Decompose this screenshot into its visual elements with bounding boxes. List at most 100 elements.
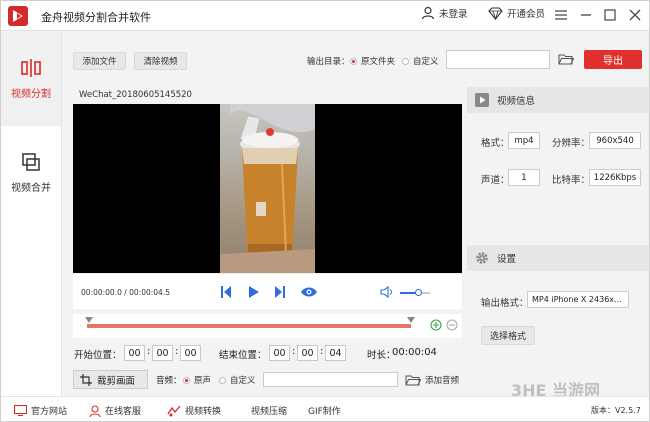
vip-button[interactable]: 开通会员 xyxy=(488,6,545,20)
video-info-header: 视频信息 xyxy=(467,87,649,113)
login-button[interactable]: 未登录 xyxy=(421,6,468,20)
video-compress-link[interactable]: 视频压缩 xyxy=(251,404,287,417)
sidebar-item-split[interactable]: 视频分割 xyxy=(1,32,61,126)
add-audio-label: 添加音频 xyxy=(425,376,460,386)
end-minutes[interactable]: 00 xyxy=(297,345,318,361)
volume-slider[interactable] xyxy=(400,289,430,296)
support-icon xyxy=(89,404,101,417)
volume-button[interactable] xyxy=(380,285,394,301)
play-button[interactable] xyxy=(249,286,259,301)
output-format-label: 输出格式： xyxy=(481,298,529,309)
clear-video-button[interactable]: 清除视频 xyxy=(134,52,187,70)
choose-format-button[interactable]: 选择格式 xyxy=(481,326,535,345)
menu-button[interactable] xyxy=(552,6,570,24)
status-item-label: 官方网站 xyxy=(31,407,68,417)
sidebar-item-label: 视频分割 xyxy=(11,88,51,100)
video-convert-link[interactable]: 视频转换 xyxy=(167,404,221,417)
channels-label: 声道： xyxy=(481,175,510,186)
merge-icon xyxy=(22,152,40,171)
settings-title: 设置 xyxy=(497,254,517,265)
video-preview[interactable] xyxy=(73,104,462,273)
export-button[interactable]: 导出 xyxy=(584,50,642,69)
radio-label: 原文件夹 xyxy=(361,57,396,67)
radio-dot xyxy=(219,376,226,384)
player-controls: 00:00:00.0 / 00:00:04.5 xyxy=(73,273,462,309)
gif-maker-link[interactable]: GIF制作 xyxy=(308,404,341,417)
volume-icon xyxy=(380,285,392,299)
prev-frame-button[interactable] xyxy=(221,286,231,301)
time-display: 00:00:00.0 / 00:00:04.5 xyxy=(81,288,170,297)
official-site-link[interactable]: 官方网站 xyxy=(14,404,67,417)
status-item-label: 视频转换 xyxy=(185,407,222,417)
maximize-icon xyxy=(604,9,616,21)
start-hours[interactable]: 00 xyxy=(124,345,145,361)
sidebar-item-label: 视频合并 xyxy=(11,182,51,194)
volume-knob[interactable] xyxy=(414,289,422,296)
video-info-title: 视频信息 xyxy=(497,96,536,107)
output-format-value[interactable]: MP4 iPhone X 2436x... xyxy=(527,291,629,308)
output-path-input[interactable] xyxy=(446,50,550,69)
add-segment-button[interactable] xyxy=(430,319,442,334)
format-value: mp4 xyxy=(508,132,540,149)
next-frame-button[interactable] xyxy=(275,286,285,301)
next-frame-icon xyxy=(275,286,285,298)
close-icon xyxy=(629,9,641,21)
app-logo xyxy=(8,6,28,26)
crop-button[interactable]: 裁剪画面 xyxy=(73,370,148,389)
audio-custom-radio[interactable]: 自定义 xyxy=(219,374,256,386)
output-custom-radio[interactable]: 自定义 xyxy=(402,55,439,67)
preview-button[interactable] xyxy=(301,287,317,300)
sidebar-item-merge[interactable]: 视频合并 xyxy=(1,126,61,220)
online-support-link[interactable]: 在线客服 xyxy=(89,404,141,417)
app-title: 金舟视频分割合并软件 xyxy=(41,11,151,24)
bitrate-label: 比特率： xyxy=(552,175,591,186)
output-original-radio[interactable]: 原文件夹 xyxy=(350,55,395,67)
end-hours[interactable]: 00 xyxy=(269,345,290,361)
resolution-label: 分辨率： xyxy=(552,138,591,149)
close-button[interactable] xyxy=(626,6,644,24)
maximize-button[interactable] xyxy=(601,6,619,24)
radio-dot xyxy=(350,57,357,65)
title-bar: 金舟视频分割合并软件 未登录 开通会员 xyxy=(1,1,649,31)
format-label: 格式： xyxy=(481,138,510,149)
browse-folder-button[interactable] xyxy=(558,53,575,68)
gear-icon xyxy=(476,252,488,264)
add-file-button[interactable]: 添加文件 xyxy=(73,52,126,70)
remove-segment-button[interactable] xyxy=(446,319,458,334)
duration-value: 00:00:04 xyxy=(392,347,437,358)
colon: : xyxy=(175,346,179,357)
colon: : xyxy=(292,346,296,357)
user-icon xyxy=(421,6,435,20)
timeline[interactable] xyxy=(73,314,462,338)
start-minutes[interactable]: 00 xyxy=(152,345,173,361)
radio-label: 自定义 xyxy=(230,376,256,386)
version-label: 版本：V2.5.7 xyxy=(591,406,641,415)
end-marker[interactable] xyxy=(407,317,415,323)
app-window: 金舟视频分割合并软件 未登录 开通会员 视频分割 视频合并 添加文件 清除视频 … xyxy=(0,0,650,422)
plus-circle-icon xyxy=(430,319,442,331)
sidebar: 视频分割 视频合并 xyxy=(1,32,62,396)
start-label: 开始位置： xyxy=(74,350,122,361)
minimize-button[interactable] xyxy=(577,6,595,24)
minimize-icon xyxy=(581,14,591,16)
audio-path-input[interactable] xyxy=(263,372,398,387)
menu-icon xyxy=(555,10,567,20)
settings-header: 设置 xyxy=(467,245,649,271)
status-bar: 官方网站 在线客服 视频转换 视频压缩 GIF制作 版本：V2.5.7 xyxy=(1,396,649,421)
selection-track[interactable] xyxy=(87,324,411,328)
audio-original-radio[interactable]: 原声 xyxy=(183,374,211,386)
video-frame xyxy=(220,104,315,273)
status-item-label: 视频压缩 xyxy=(251,407,288,417)
monitor-icon xyxy=(14,405,27,416)
end-seconds[interactable]: 04 xyxy=(325,345,346,361)
prev-frame-icon xyxy=(221,286,231,298)
start-seconds[interactable]: 00 xyxy=(180,345,201,361)
status-item-label: GIF制作 xyxy=(308,407,341,417)
start-marker[interactable] xyxy=(85,317,93,323)
folder-icon xyxy=(558,54,575,65)
minus-circle-icon xyxy=(446,319,458,331)
radio-dot xyxy=(183,376,190,384)
status-item-label: 在线客服 xyxy=(105,407,142,417)
add-audio-button[interactable]: 添加音频 xyxy=(405,374,459,386)
folder-icon xyxy=(405,375,421,386)
